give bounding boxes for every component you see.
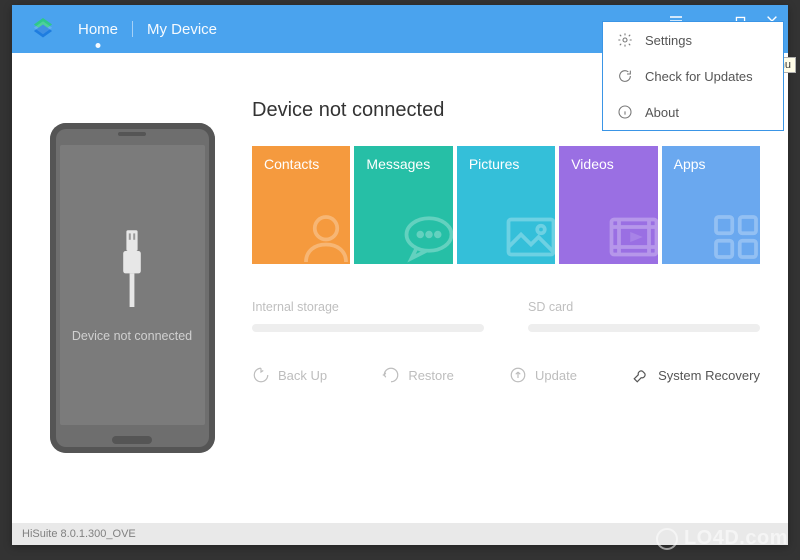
phone-status-text: Device not connected <box>72 329 192 343</box>
action-system-recovery[interactable]: System Recovery <box>632 366 760 384</box>
action-label: Update <box>535 368 577 383</box>
wrench-icon <box>632 366 650 384</box>
menu-item-label: About <box>645 105 679 120</box>
connection-status-title: Device not connected <box>252 99 444 122</box>
storage-row: Internal storage SD card <box>252 300 760 332</box>
sd-storage-label: SD card <box>528 300 760 314</box>
tile-contacts[interactable]: Contacts <box>252 146 350 264</box>
menu-item-check-updates[interactable]: Check for Updates <box>603 58 783 94</box>
version-text: HiSuite 8.0.1.300_OVE <box>22 528 136 540</box>
internal-storage-label: Internal storage <box>252 300 484 314</box>
menu-item-label: Settings <box>645 33 692 48</box>
action-backup[interactable]: Back Up <box>252 366 327 384</box>
menu-item-settings[interactable]: Settings <box>603 22 783 58</box>
statusbar: HiSuite 8.0.1.300_OVE <box>12 523 788 545</box>
tile-apps[interactable]: Apps <box>662 146 760 264</box>
contacts-icon <box>296 207 350 264</box>
tab-home[interactable]: Home <box>70 21 126 38</box>
tile-label: Apps <box>674 156 706 172</box>
phone-screen: Device not connected <box>60 145 205 425</box>
phone-illustration: Device not connected <box>50 123 215 453</box>
update-icon <box>509 366 527 384</box>
sd-storage-block: SD card <box>528 300 760 332</box>
refresh-icon <box>617 68 633 84</box>
internal-storage-block: Internal storage <box>252 300 484 332</box>
tile-label: Videos <box>571 156 614 172</box>
category-tiles: Contacts Messages Pictures <box>252 146 760 264</box>
tile-videos[interactable]: Videos <box>559 146 657 264</box>
main-menu-dropdown: Settings Check for Updates About <box>602 21 784 131</box>
sd-storage-bar <box>528 324 760 332</box>
tile-label: Contacts <box>264 156 319 172</box>
app-logo-icon <box>30 16 56 42</box>
action-label: System Recovery <box>658 368 760 383</box>
tab-separator <box>132 21 133 37</box>
app-window: Home My Device enu Se <box>12 5 788 545</box>
action-label: Restore <box>408 368 454 383</box>
action-update[interactable]: Update <box>509 366 577 384</box>
header-tabs: Home My Device <box>70 21 225 38</box>
phone-home-button <box>112 436 152 444</box>
action-label: Back Up <box>278 368 327 383</box>
info-icon <box>617 104 633 120</box>
phone-earpiece <box>118 132 146 136</box>
videos-icon <box>604 207 658 264</box>
pictures-icon <box>501 207 555 264</box>
tab-my-device[interactable]: My Device <box>139 21 225 38</box>
menu-item-about[interactable]: About <box>603 94 783 130</box>
messages-icon <box>399 207 453 264</box>
actions-row: Back Up Restore Update System Recovery <box>252 366 760 384</box>
apps-icon <box>706 207 760 264</box>
gear-icon <box>617 32 633 48</box>
backup-icon <box>252 366 270 384</box>
usb-plug-icon <box>112 227 152 307</box>
internal-storage-bar <box>252 324 484 332</box>
tile-messages[interactable]: Messages <box>354 146 452 264</box>
tile-label: Pictures <box>469 156 520 172</box>
device-preview-pane: Device not connected <box>12 53 252 523</box>
tile-pictures[interactable]: Pictures <box>457 146 555 264</box>
restore-icon <box>382 366 400 384</box>
tile-label: Messages <box>366 156 430 172</box>
menu-item-label: Check for Updates <box>645 69 753 84</box>
action-restore[interactable]: Restore <box>382 366 454 384</box>
